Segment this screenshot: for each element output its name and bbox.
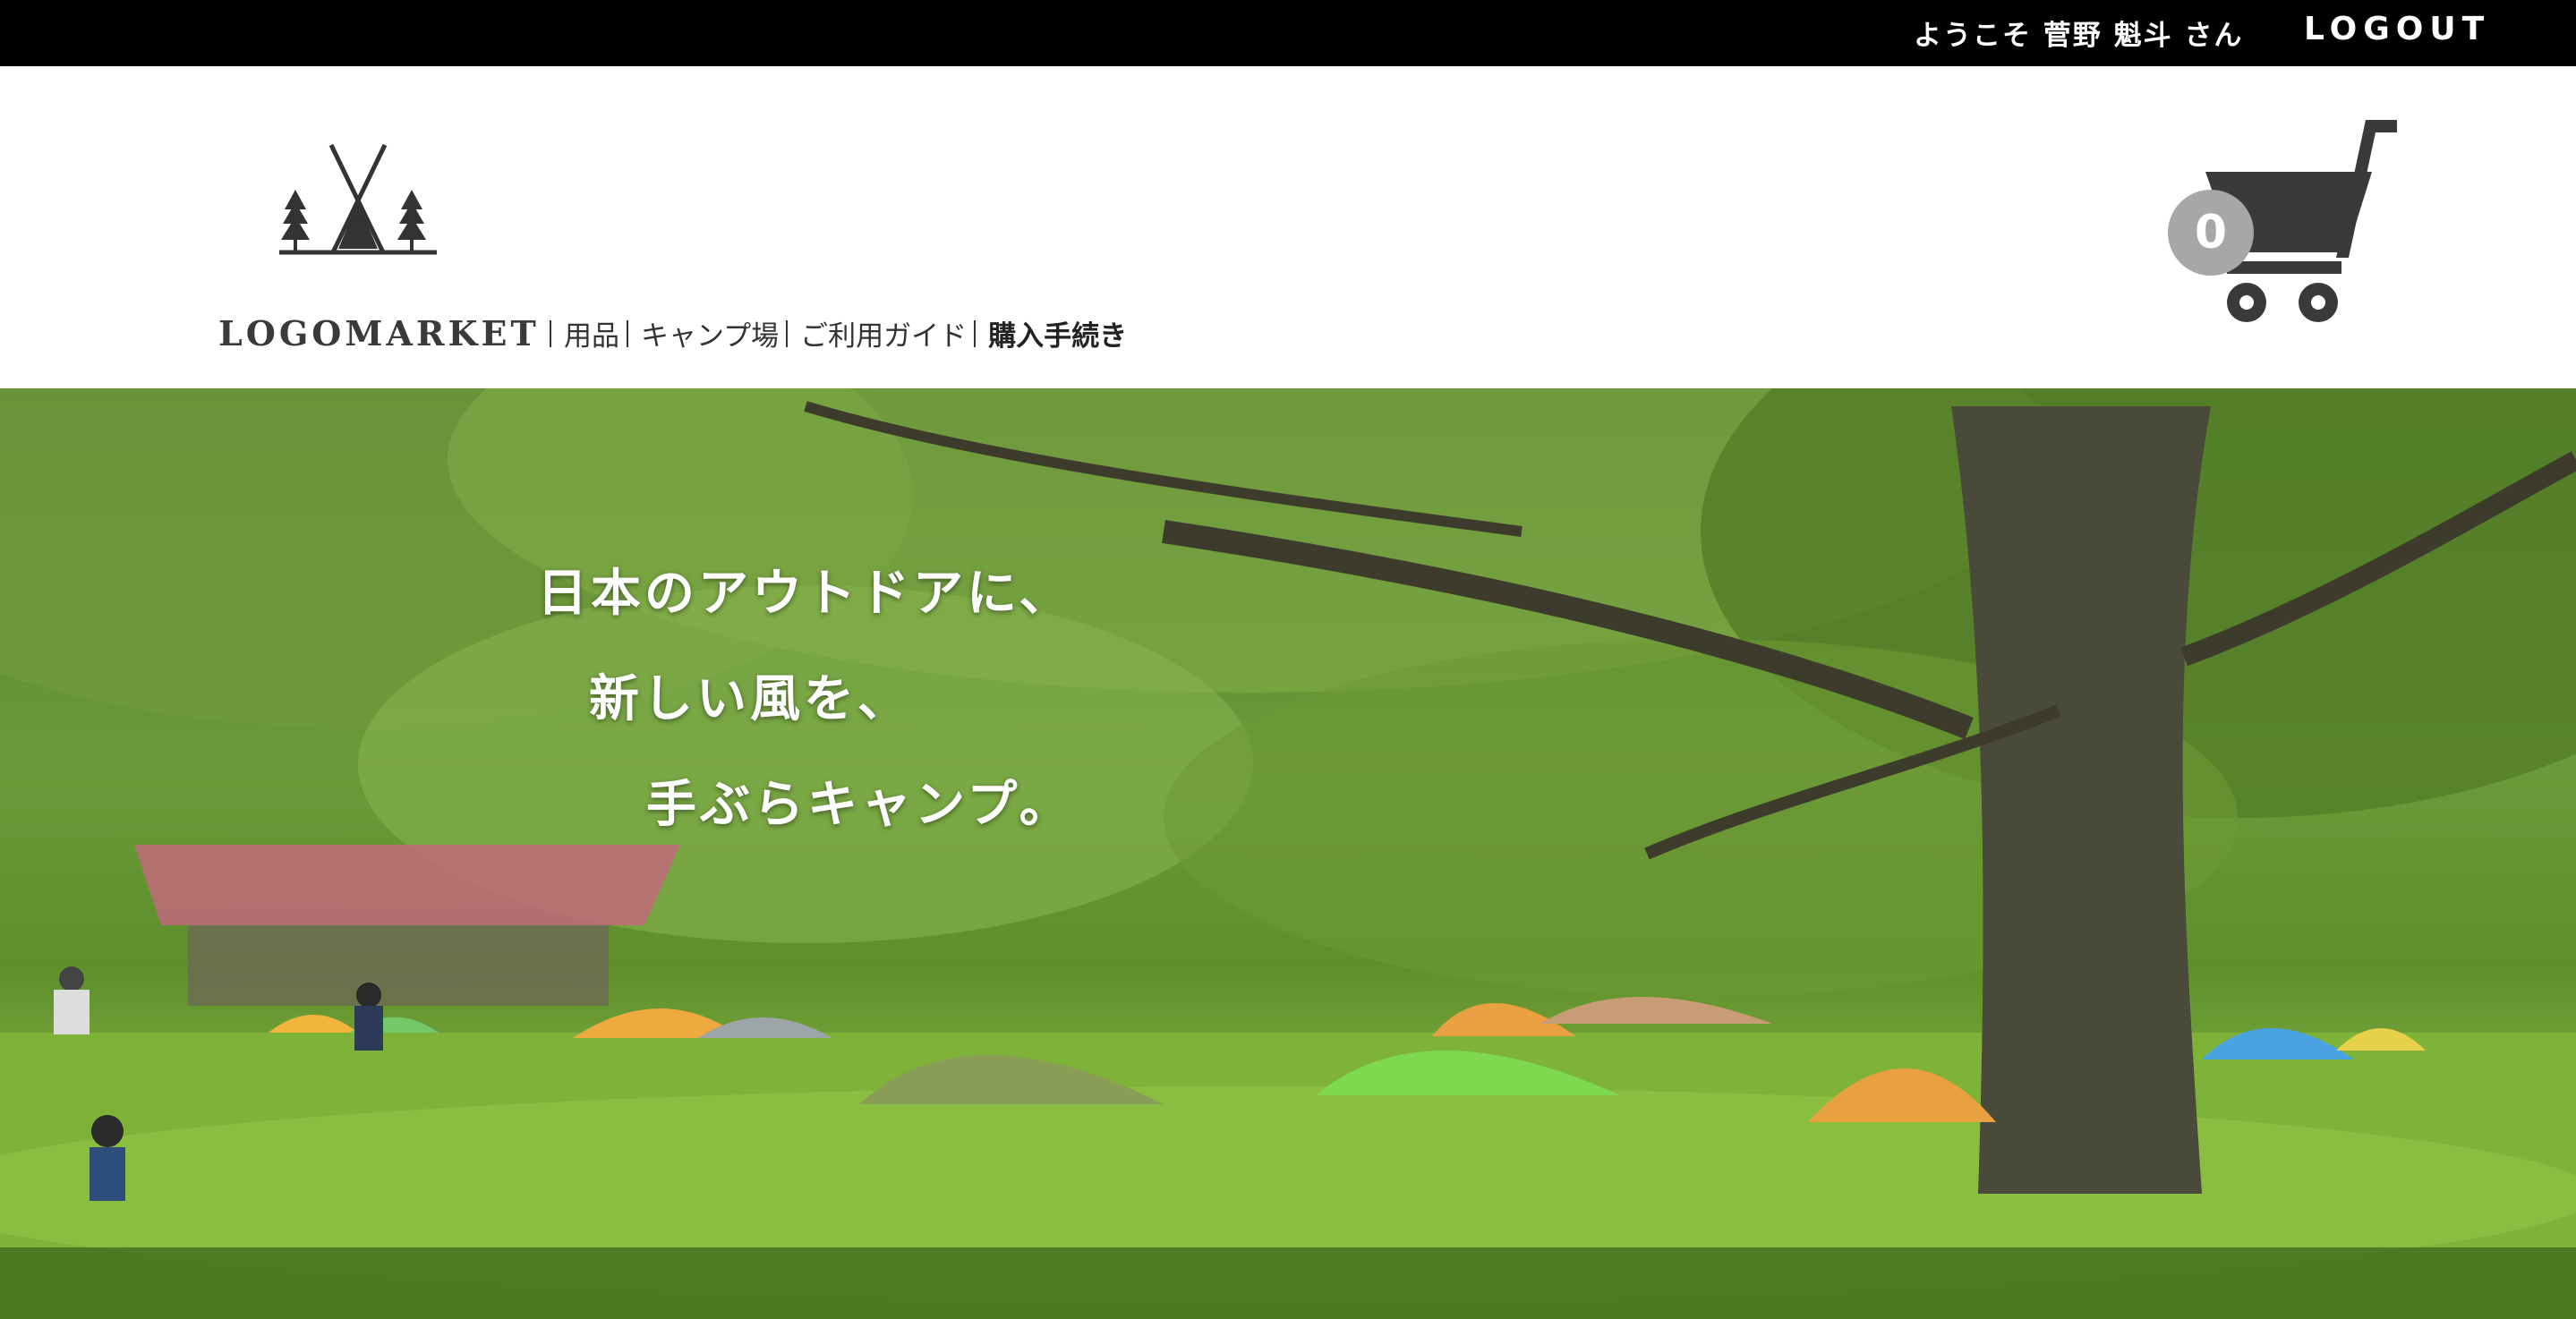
cart-button[interactable]: 0 xyxy=(2164,118,2408,333)
cart-count-badge: 0 xyxy=(2168,190,2254,276)
nav-item-goods[interactable]: 用品 xyxy=(542,313,619,353)
main-nav: 用品 キャンプ場 ご利用ガイド 購入手続き xyxy=(542,313,1127,353)
nav-divider xyxy=(786,319,789,347)
brand-name[interactable]: LOGOMARKET xyxy=(218,313,540,353)
nav-item-label: 用品 xyxy=(564,320,619,353)
nav-item-campsites[interactable]: キャンプ場 xyxy=(619,313,779,353)
nav-divider xyxy=(550,319,551,347)
welcome-message: ようこそ 菅野 魁斗 さん xyxy=(1914,20,2244,52)
nav-item-label: 購入手続き xyxy=(988,320,1128,353)
site-header: LOGOMARKET 用品 キャンプ場 ご利用ガイド 購入手続き 0 xyxy=(0,66,2576,388)
logout-link[interactable]: LOGOUT xyxy=(2304,11,2490,47)
nav-item-label: ご利用ガイド xyxy=(800,320,968,353)
nav-item-label: キャンプ場 xyxy=(641,320,780,353)
campsite-photo xyxy=(0,388,2576,1319)
tent-trees-icon[interactable] xyxy=(269,136,448,261)
hero-tagline-line-2: 新しい風を、 xyxy=(589,669,911,728)
top-bar: ようこそ 菅野 魁斗 さん LOGOUT xyxy=(0,0,2576,66)
hero-tagline-line-3: 手ぶらキャンプ。 xyxy=(646,775,1073,834)
nav-divider xyxy=(974,319,977,347)
nav-item-guide[interactable]: ご利用ガイド xyxy=(779,313,967,353)
hero-tagline-line-1: 日本のアウトドアに、 xyxy=(537,564,1073,623)
nav-divider xyxy=(627,319,628,347)
nav-item-checkout[interactable]: 購入手続き xyxy=(967,313,1127,353)
hero-banner: 日本のアウトドアに、 新しい風を、 手ぶらキャンプ。 xyxy=(0,388,2576,1319)
